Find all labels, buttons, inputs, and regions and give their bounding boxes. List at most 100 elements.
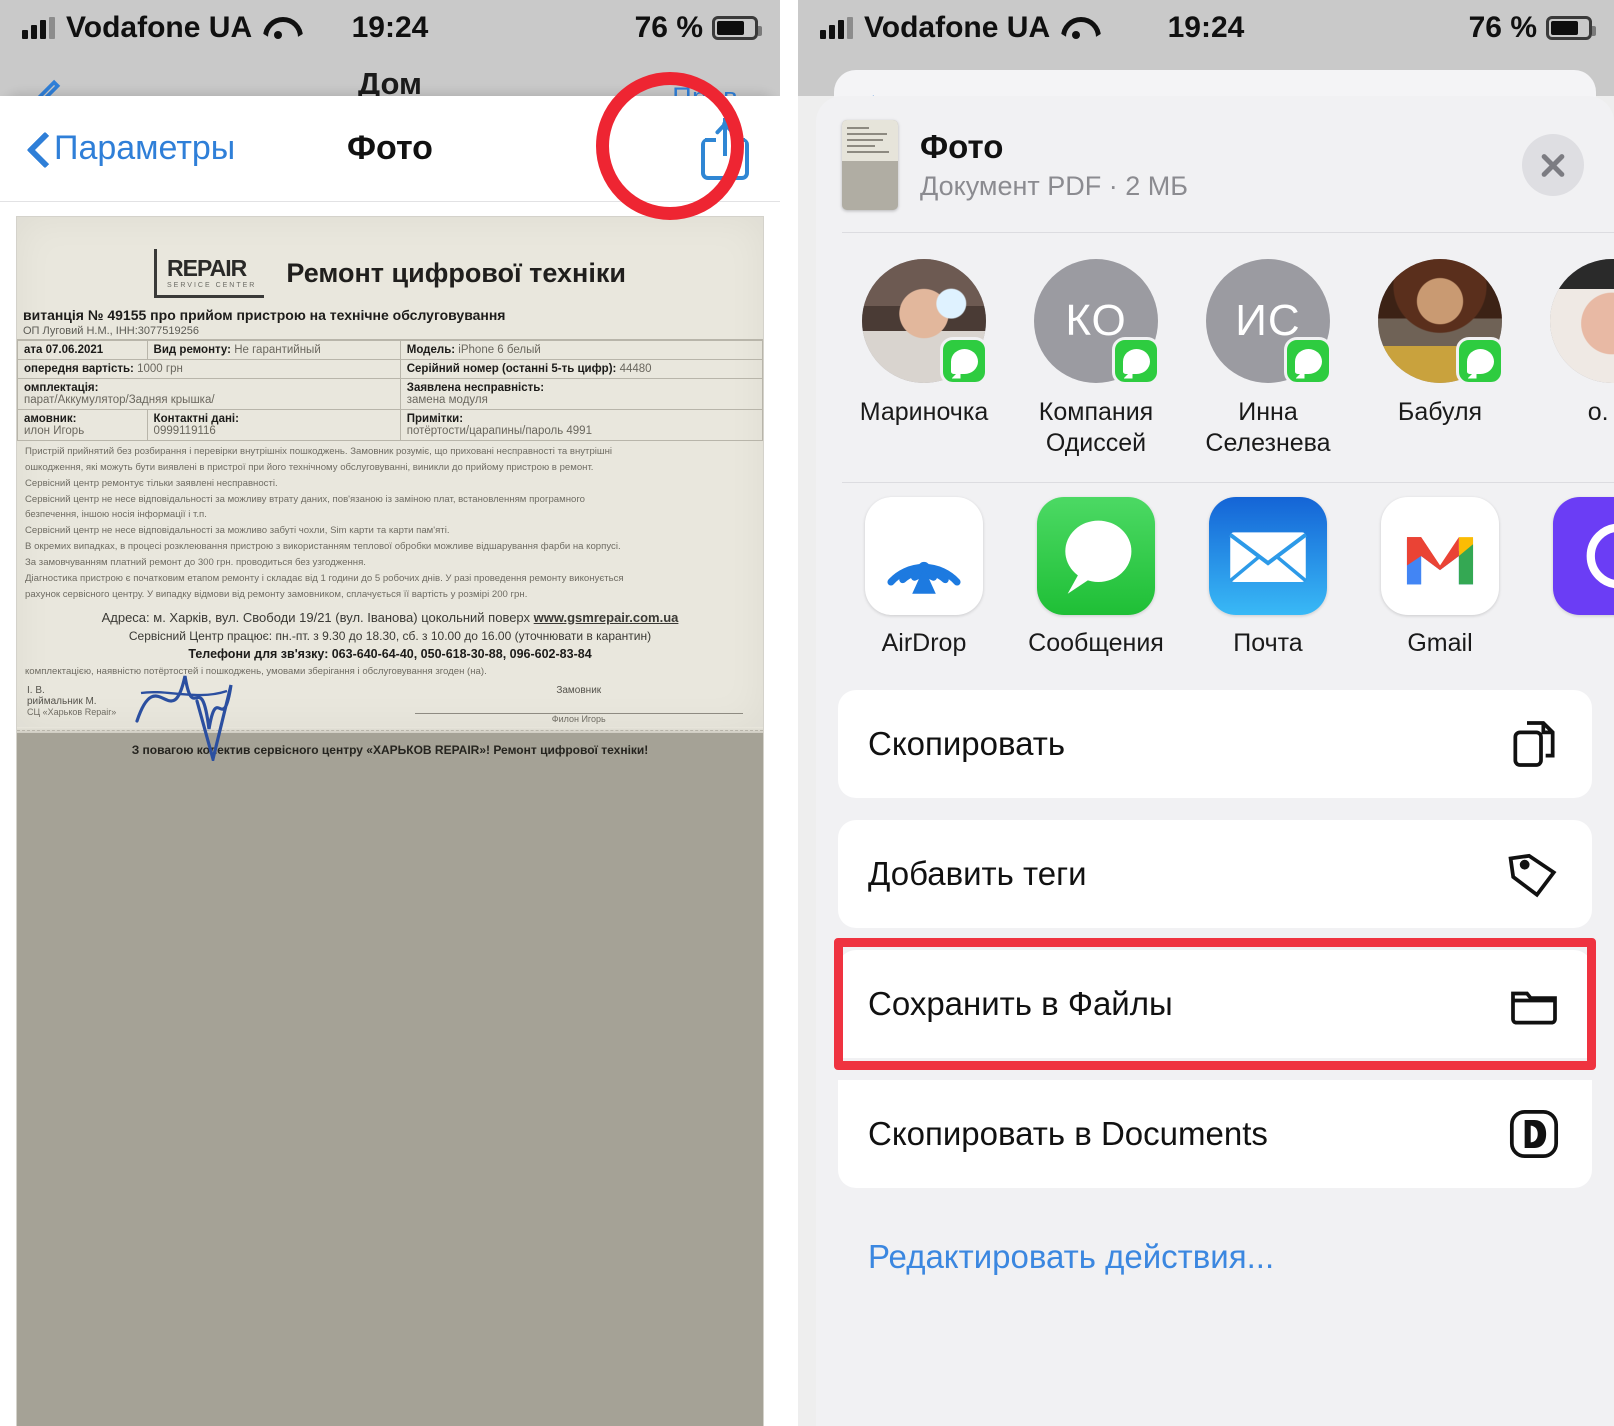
table-row: амовник: илон Игорь Контактні дані: 099911… (17, 409, 763, 441)
status-bar-left: Vodafone UA 19:24 76 % (0, 0, 780, 56)
action-group-1: Скопировать (838, 689, 1592, 798)
share-sheet: Фото Документ PDF · 2 МБ Мариночка КО Ко… (816, 96, 1614, 1426)
messages-badge-icon (1112, 337, 1160, 385)
shared-item-subtitle: Документ PDF · 2 МБ (920, 171, 1188, 202)
back-button[interactable]: Параметры (28, 129, 235, 168)
mail-icon (1209, 496, 1327, 615)
contact-name: Компания Одиссей (1038, 398, 1154, 458)
battery-percent-label: 76 % (634, 11, 703, 44)
cellular-bars-icon (820, 17, 853, 39)
receipt-hours: Сервісний Центр працює: пн.-пт. з 9.30 д… (128, 629, 652, 644)
action-group-4: Скопировать в Documents (838, 1079, 1592, 1188)
app-item-gmail[interactable]: Gmail (1354, 496, 1526, 658)
receipt-signature-area: І. В. риймальник М. СЦ «Харьков Repair» … (17, 675, 763, 761)
share-arrow-icon (723, 117, 727, 156)
receipt-address: Адреса: м. Харків, вул. Свободи 19/21 (в… (101, 609, 531, 625)
tag-icon (1506, 846, 1562, 902)
carrier-label: Vodafone UA (66, 11, 253, 44)
avatar (862, 259, 988, 385)
documents-app-icon (1506, 1106, 1562, 1162)
messages-icon (1037, 496, 1155, 615)
photo-navbar: Параметры Фото (0, 71, 780, 220)
receipt-document: REPAIR SERVICE CENTER Ремонт цифрової те… (17, 217, 763, 761)
receipt-terms: Пристрій прийнятий без розбирання і пере… (25, 446, 624, 600)
contacts-row[interactable]: Мариночка КО Компания Одиссей ИС Инна Се… (816, 233, 1614, 482)
avatar: ИС (1206, 259, 1332, 385)
contact-item[interactable]: Бабуля (1354, 259, 1526, 460)
receipt-header: REPAIR SERVICE CENTER Ремонт цифрової те… (17, 235, 763, 304)
table-row: опередня вартість: 1000 грн Серійний ном… (17, 359, 763, 379)
app-item-mail[interactable]: Почта (1182, 496, 1354, 658)
apps-row[interactable]: AirDrop Сообщения Почта Gmail (816, 483, 1614, 678)
action-row-copy[interactable]: Скопировать (838, 690, 1592, 798)
contact-name: Бабуля (1397, 398, 1483, 426)
sign-left-1: І. В. (27, 684, 45, 696)
receipt-contacts: Адреса: м. Харків, вул. Свободи 19/21 (в… (17, 604, 763, 664)
share-button[interactable] (596, 71, 752, 220)
avatar-photo (1550, 259, 1614, 383)
app-name: Gmail (1407, 628, 1473, 657)
close-button[interactable] (1522, 134, 1584, 196)
actions-list: Скопировать Добавить теги Сохранить в Фа… (834, 689, 1596, 1276)
table-row: ата 07.06.2021 Вид ремонту: Не гарантийн… (17, 340, 763, 360)
signature-line (414, 696, 743, 714)
sign-right-caption: Филон Игорь (551, 713, 606, 724)
receipt-footer: З повагою колектив сервісного центру «ХА… (17, 729, 763, 763)
airdrop-icon (865, 496, 983, 615)
cellular-bars-icon (22, 17, 55, 39)
battery-icon (1546, 16, 1596, 40)
edit-actions-link[interactable]: Редактировать действия... (838, 1210, 1592, 1276)
action-label: Скопировать в Documents (868, 1114, 1268, 1152)
panel-divider (780, 0, 798, 1426)
app-item-airdrop[interactable]: AirDrop (838, 496, 1010, 658)
contact-name: Мариночка (859, 398, 989, 426)
wifi-icon (263, 17, 293, 39)
app-name: Почта (1233, 628, 1303, 657)
contact-item[interactable]: ИС Инна Селезнева (1182, 259, 1354, 460)
action-row-save-to-files[interactable]: Сохранить в Файлы (838, 950, 1592, 1058)
app-item-messages[interactable]: Сообщения (1010, 496, 1182, 658)
photo-viewer-sheet: Параметры Фото REPAIR SERVICE CENTER Рем… (0, 71, 780, 1426)
action-row-copy-to-documents[interactable]: Скопировать в Documents (838, 1080, 1592, 1188)
status-right-group: 76 % (1469, 11, 1596, 45)
action-group-2: Добавить теги (838, 819, 1592, 928)
contact-item[interactable]: Мариночка (838, 259, 1010, 460)
table-row: омплектація: парат/Аккумулятор/Задняя кры… (17, 378, 763, 410)
messages-badge-icon (1456, 337, 1504, 385)
status-left-group: Vodafone UA (22, 11, 293, 45)
status-right-group: 76 % (634, 11, 762, 45)
action-row-tags[interactable]: Добавить теги (838, 820, 1592, 928)
receipt-title: Ремонт цифрової техніки (286, 258, 626, 288)
shared-item-title: Фото (920, 127, 1004, 165)
carrier-label: Vodafone UA (864, 11, 1051, 44)
contact-name: Инна Селезнева (1205, 398, 1331, 458)
avatar (1378, 259, 1504, 385)
contact-item[interactable]: КО Компания Одиссей (1010, 259, 1182, 460)
back-button-label: Параметры (54, 129, 236, 167)
folder-icon (1506, 976, 1562, 1032)
receipt-phones-label: Телефони для зв'язку: (188, 647, 329, 662)
status-left-group: Vodafone UA (820, 11, 1091, 45)
action-label: Скопировать (868, 724, 1066, 762)
messages-badge-icon (1284, 337, 1332, 385)
action-group-3: Сохранить в Файлы (838, 949, 1592, 1058)
avatar: КО (1034, 259, 1160, 385)
app-item-more[interactable] (1526, 496, 1614, 658)
document-photo[interactable]: REPAIR SERVICE CENTER Ремонт цифрової те… (16, 216, 764, 1426)
copy-icon (1506, 716, 1562, 772)
receipt-org-line: ОП Луговий Н.М., ІНН:3077519256 (17, 325, 763, 340)
gmail-icon (1381, 496, 1499, 615)
receipt-consent: комплектацією, наявністю потёртостей і п… (25, 665, 487, 677)
action-label: Сохранить в Файлы (868, 984, 1173, 1022)
avatar (1550, 259, 1614, 383)
wifi-icon (1061, 17, 1091, 39)
contact-name: о. М (1587, 398, 1614, 426)
receipt-number-line: витанція № 49155 про прийом пристрою на … (23, 307, 506, 323)
purple-app-icon (1553, 496, 1614, 615)
contact-item[interactable]: о. М (1526, 259, 1614, 460)
screenshot-root: Vodafone UA 19:24 76 % Дом Прав Параметр… (0, 0, 1614, 1426)
left-screen: Vodafone UA 19:24 76 % Дом Прав Параметр… (0, 0, 780, 1426)
sign-left-2: риймальник М. (27, 695, 97, 707)
receipt-phones: 063-640-64-40, 050-618-30-88, 096-602-83… (331, 647, 592, 662)
app-name: Сообщения (1028, 628, 1164, 657)
